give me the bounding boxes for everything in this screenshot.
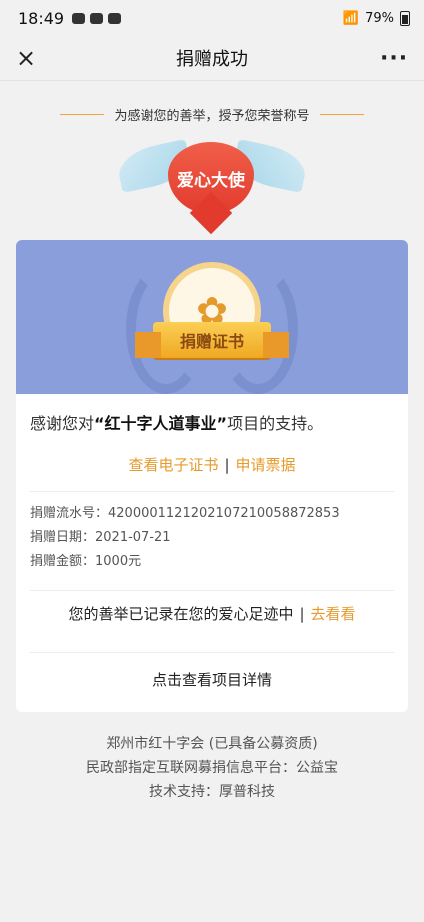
notification-icons: [72, 12, 122, 24]
honor-header: 为感谢您的善举，授予您荣誉称号: [0, 105, 424, 124]
view-certificate-link[interactable]: 查看电子证书: [128, 456, 218, 474]
divider: [60, 114, 105, 115]
footer-support: 技术支持：厚普科技: [149, 784, 275, 800]
apply-receipt-link[interactable]: 申请票据: [236, 456, 296, 474]
certificate-banner[interactable]: ✿ 捐赠证书: [16, 240, 408, 394]
battery-icon: [400, 10, 410, 26]
certificate-ribbon: 捐赠证书: [135, 322, 289, 358]
battery-percent: 79%: [365, 10, 394, 26]
amount-row: 捐赠金额：1000元: [30, 550, 394, 574]
action-links: 查看电子证书 | 申请票据: [16, 454, 408, 475]
serial-row: 捐赠流水号：42000011212021072100588728​53: [30, 502, 394, 526]
project-detail-label: 点击查看项目详情: [151, 671, 272, 689]
divider: [319, 114, 364, 115]
heart-icon: 爱心大使: [168, 142, 254, 214]
date-value: 2021-07-21: [95, 530, 171, 545]
project-detail-button[interactable]: 点击查看项目详情: [16, 653, 408, 712]
close-icon[interactable]: ×: [16, 44, 44, 72]
ribbon-label: 捐赠证书: [179, 332, 244, 351]
thanks-prefix: 感谢您对: [30, 414, 95, 433]
status-time: 18:49: [18, 8, 65, 28]
record-text: 您的善举已记录在您的爱心足迹中: [68, 605, 294, 623]
wechat-icon: [90, 12, 104, 24]
signal-icon: 📶: [342, 10, 360, 26]
honor-text: 为感谢您的善举，授予您荣誉称号: [114, 109, 310, 124]
thanks-suffix: 项目的支持。: [227, 414, 324, 433]
serial-label: 捐赠流水号：: [30, 506, 109, 521]
status-right: 📶 79%: [342, 10, 410, 26]
amount-value: 1000元: [95, 554, 142, 569]
view-footprint-link[interactable]: 去看看: [311, 605, 356, 623]
nav-bar: × 捐赠成功 ···: [0, 36, 424, 81]
wechat-icon: [72, 12, 86, 24]
date-row: 捐赠日期：2021-07-21: [30, 526, 394, 550]
honor-badge: 爱心大使: [0, 132, 424, 230]
more-icon[interactable]: ···: [380, 46, 408, 71]
footer-platform: 民政部指定互联网募捐信息平台：公益宝: [86, 760, 338, 776]
amount-label: 捐赠金额：: [30, 554, 96, 569]
record-separator: |: [299, 605, 305, 623]
status-left: 18:49: [18, 8, 122, 28]
certificate-card: ✿ 捐赠证书 感谢您对“红十字人道事业”项目的支持。 查看电子证书 | 申请票据 捐…: [16, 240, 408, 712]
status-bar: 18:49 📶 79%: [0, 0, 424, 36]
link-separator: |: [224, 456, 230, 474]
donation-info: 捐赠流水号：42000011212021072100588728​53 捐赠日期…: [16, 492, 408, 574]
serial-value: 42000011212021072100588728​53: [108, 506, 340, 521]
date-label: 捐赠日期：: [30, 530, 96, 545]
image-icon: [108, 12, 122, 24]
thanks-message: 感谢您对“红十字人道事业”项目的支持。: [16, 394, 408, 434]
footer: 郑州市红十字会 (已具备公募资质) 民政部指定互联网募捐信息平台：公益宝 技术支…: [0, 732, 424, 804]
page-title: 捐赠成功: [176, 49, 248, 70]
record-row: 您的善举已记录在您的爱心足迹中 | 去看看: [16, 591, 408, 636]
footer-org: 郑州市红十字会 (已具备公募资质): [106, 736, 318, 752]
badge-title: 爱心大使: [177, 170, 245, 191]
project-name: “红十字人道事业”: [94, 414, 228, 433]
